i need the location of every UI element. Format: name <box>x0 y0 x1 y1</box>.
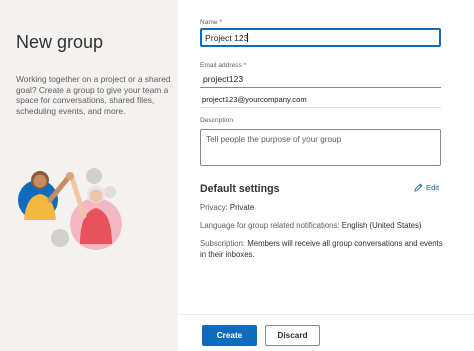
name-label: Name * <box>200 19 222 26</box>
page-title: New group <box>16 32 104 52</box>
language-label: Language for group related notifications… <box>200 221 340 230</box>
subscription-setting: Subscription: Members will receive all g… <box>200 238 444 260</box>
email-divider <box>200 107 441 108</box>
edit-settings-link[interactable]: Edit <box>414 183 439 192</box>
text-cursor <box>247 33 248 42</box>
subscription-label: Subscription: <box>200 239 246 248</box>
create-button[interactable]: Create <box>202 325 257 346</box>
privacy-value: Private <box>229 203 255 212</box>
default-settings-heading: Default settings <box>200 183 280 195</box>
language-setting: Language for group related notifications… <box>200 221 422 230</box>
description-label: Description <box>200 117 233 124</box>
left-pane: New group Working together on a project … <box>0 0 178 351</box>
discard-button[interactable]: Discard <box>265 325 320 346</box>
description-input[interactable] <box>200 129 441 166</box>
email-label: Email address * <box>200 62 247 69</box>
name-input[interactable] <box>200 28 441 47</box>
email-full-address: project123@yourcompany.com <box>202 95 307 104</box>
privacy-label: Privacy: <box>200 203 228 212</box>
pencil-icon <box>414 183 423 192</box>
people-high-five-illustration <box>18 168 122 250</box>
page-description: Working together on a project or a share… <box>16 74 171 116</box>
footer-divider <box>178 314 474 315</box>
edit-label: Edit <box>426 183 440 192</box>
language-value: English (United States) <box>341 221 422 230</box>
email-input[interactable] <box>200 71 441 88</box>
privacy-setting: Privacy: Private <box>200 203 254 212</box>
form-pane: Name * Email address * project123@yourco… <box>178 0 474 351</box>
